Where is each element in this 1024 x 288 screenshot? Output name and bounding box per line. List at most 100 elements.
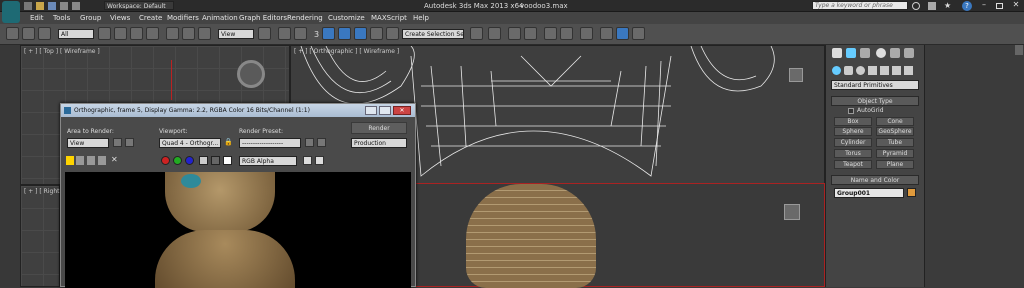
select-by-name-icon[interactable]: [114, 27, 127, 40]
helpers-icon[interactable]: [880, 66, 889, 75]
render-button[interactable]: Render: [351, 122, 407, 134]
object-color-swatch[interactable]: [907, 188, 916, 197]
color-swatch-icon[interactable]: [223, 156, 232, 165]
app-logo-icon[interactable]: [2, 1, 20, 23]
box-button[interactable]: Box: [834, 117, 872, 126]
display-tab-icon[interactable]: [890, 48, 900, 58]
render-mode-dropdown[interactable]: Production: [351, 138, 407, 148]
maximize-icon[interactable]: [379, 106, 391, 115]
save-image-icon[interactable]: [76, 156, 84, 165]
move-icon[interactable]: [166, 27, 179, 40]
render-setup-icon[interactable]: [600, 27, 613, 40]
menu-animation[interactable]: Animation: [202, 14, 238, 22]
close-icon[interactable]: ✕: [1010, 0, 1022, 11]
preset-save-icon[interactable]: [317, 138, 326, 147]
clear-icon[interactable]: ✕: [111, 155, 120, 164]
monochrome-icon[interactable]: [211, 156, 220, 165]
lights-icon[interactable]: [856, 66, 865, 75]
close-icon[interactable]: ✕: [393, 106, 411, 115]
select-object-icon[interactable]: [98, 27, 111, 40]
edit-named-sets-icon[interactable]: [386, 27, 399, 40]
teapot-button[interactable]: Teapot: [834, 160, 872, 169]
name-color-rollout[interactable]: Name and Color: [831, 175, 919, 185]
shapes-icon[interactable]: [844, 66, 853, 75]
layer-manager-icon[interactable]: [508, 27, 521, 40]
green-channel-icon[interactable]: [173, 156, 182, 165]
systems-icon[interactable]: [904, 66, 913, 75]
viewport-top-label[interactable]: [ + ] [ Top ] [ Wireframe ]: [24, 48, 100, 55]
favorites-icon[interactable]: ★: [944, 2, 952, 10]
menu-edit[interactable]: Edit: [30, 14, 44, 22]
open-file-icon[interactable]: [36, 2, 44, 10]
graphite-tools-icon[interactable]: [524, 27, 537, 40]
cylinder-button[interactable]: Cylinder: [834, 138, 872, 147]
preset-open-icon[interactable]: [305, 138, 314, 147]
search-icon[interactable]: [912, 2, 920, 10]
maximize-icon[interactable]: [996, 3, 1003, 9]
info-panel-icon[interactable]: [315, 156, 324, 165]
menu-create[interactable]: Create: [139, 14, 162, 22]
clone-window-icon[interactable]: [98, 156, 106, 165]
viewport-perspective[interactable]: [415, 183, 825, 288]
bind-spacewarp-icon[interactable]: [38, 27, 51, 40]
sphere-button[interactable]: Sphere: [834, 127, 872, 136]
cameras-icon[interactable]: [868, 66, 877, 75]
render-production-icon[interactable]: [632, 27, 645, 40]
hierarchy-tab-icon[interactable]: [860, 48, 870, 58]
save-file-icon[interactable]: [48, 2, 56, 10]
menu-graph-editors[interactable]: Graph Editors: [239, 14, 287, 22]
named-selection-dropdown[interactable]: Create Selection Se: [402, 29, 464, 39]
tube-button[interactable]: Tube: [876, 138, 914, 147]
viewport-right[interactable]: [ + ] [ Right ] [ W: [20, 185, 76, 287]
menu-modifiers[interactable]: Modifiers: [167, 14, 199, 22]
angle-snap-icon[interactable]: [338, 27, 351, 40]
rectangle-selection-icon[interactable]: [130, 27, 143, 40]
rotate-icon[interactable]: [182, 27, 195, 40]
viewcube-icon[interactable]: [789, 68, 803, 82]
red-channel-icon[interactable]: [161, 156, 170, 165]
menu-group[interactable]: Group: [80, 14, 101, 22]
alpha-channel-icon[interactable]: [199, 156, 208, 165]
spacewarps-icon[interactable]: [892, 66, 901, 75]
snaps-toggle-icon[interactable]: [322, 27, 335, 40]
display-toggle-icon[interactable]: [303, 156, 312, 165]
curve-editor-icon[interactable]: [544, 27, 557, 40]
viewcube-icon[interactable]: [784, 204, 800, 220]
area-edit-icon[interactable]: [125, 138, 134, 147]
spinner-snap-icon[interactable]: [370, 27, 383, 40]
selection-filter-dropdown[interactable]: All: [58, 29, 94, 39]
help-icon[interactable]: ?: [962, 1, 972, 11]
search-input[interactable]: Type a keyword or phrase: [812, 1, 908, 10]
menu-views[interactable]: Views: [110, 14, 130, 22]
autogrid-checkbox[interactable]: [848, 108, 854, 114]
unlink-icon[interactable]: [22, 27, 35, 40]
channel-display-dropdown[interactable]: RGB Alpha: [239, 156, 297, 166]
pivot-center-icon[interactable]: [258, 27, 271, 40]
object-name-field[interactable]: Group001: [834, 188, 904, 198]
cone-button[interactable]: Cone: [876, 117, 914, 126]
move-icon-2[interactable]: [278, 27, 291, 40]
window-crossing-icon[interactable]: [146, 27, 159, 40]
copy-image-icon[interactable]: [87, 156, 95, 165]
communication-icon[interactable]: [928, 2, 936, 10]
render-preset-dropdown[interactable]: -------------------: [239, 138, 301, 148]
reference-coordinate-dropdown[interactable]: View: [218, 29, 254, 39]
rendered-frame-window-icon[interactable]: [616, 27, 629, 40]
new-file-icon[interactable]: [24, 2, 32, 10]
object-type-rollout[interactable]: Object Type: [831, 96, 919, 106]
blue-channel-icon[interactable]: [185, 156, 194, 165]
geosphere-button[interactable]: GeoSphere: [876, 127, 914, 136]
modify-tab-icon[interactable]: [846, 48, 856, 58]
pyramid-button[interactable]: Pyramid: [876, 149, 914, 158]
plane-button[interactable]: Plane: [876, 160, 914, 169]
minimize-icon[interactable]: –: [982, 1, 992, 10]
menu-maxscript[interactable]: MAXScript: [371, 14, 407, 22]
create-tab-icon[interactable]: [832, 48, 842, 58]
minimize-icon[interactable]: [365, 106, 377, 115]
motion-tab-icon[interactable]: [876, 48, 886, 58]
workspace-dropdown[interactable]: Workspace: Default: [104, 1, 174, 10]
scale-icon[interactable]: [198, 27, 211, 40]
menu-rendering[interactable]: Rendering: [287, 14, 323, 22]
panel-scroll-icon[interactable]: [1015, 45, 1023, 55]
viewport-lock-icon[interactable]: 🔒: [224, 138, 233, 147]
